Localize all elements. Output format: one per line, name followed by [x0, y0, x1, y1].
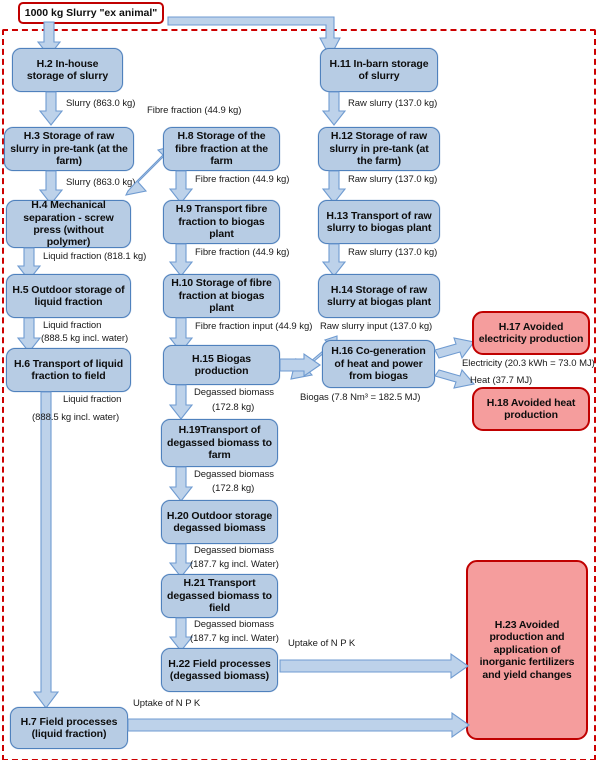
node-h5[interactable]: H.5 Outdoor storage of liquid fraction [6, 274, 131, 318]
node-h22-label: H.22 Field processes (degassed biomass) [168, 657, 271, 682]
arrow-h11-h12 [321, 91, 349, 127]
node-h14-label: H.14 Storage of raw slurry at biogas pla… [327, 283, 431, 308]
node-h13-label: H.13 Transport of raw slurry to biogas p… [326, 209, 432, 234]
node-h21-label: H.21 Transport degassed biomass to field [167, 577, 272, 615]
label-fibre-h8-h9: Fibre fraction (44.9 kg) [195, 174, 290, 185]
label-degassed-h15-h19-line2: (172.8 kg) [212, 402, 255, 413]
node-h5-label: H.5 Outdoor storage of liquid fraction [12, 283, 125, 308]
label-liquid-h6-h7-line1: Liquid fraction [63, 394, 122, 405]
label-liquid-h5-h6-line2: (888.5 kg incl. water) [41, 333, 129, 344]
node-h18[interactable]: H.18 Avoided heat production [472, 387, 590, 431]
label-fibre-h9-h10: Fibre fraction (44.9 kg) [195, 247, 290, 258]
node-h20-label: H.20 Outdoor storage degassed biomass [166, 509, 273, 534]
label-biogas: Biogas (7.8 Nm³ = 182.5 MJ) [300, 392, 421, 403]
node-h23[interactable]: H.23 Avoided production and application … [466, 560, 588, 740]
node-h16-label: H.16 Co-generation of heat and power fro… [331, 345, 426, 383]
label-heat: Heat (37.7 MJ) [470, 375, 533, 386]
label-degassed-h20-h21-line2: (187.7 kg incl. Water) [190, 559, 279, 570]
node-h22[interactable]: H.22 Field processes (degassed biomass) [161, 648, 278, 692]
node-h4-label: H.4 Mechanical separation - screw press … [23, 199, 114, 249]
label-raw-h11-h12: Raw slurry (137.0 kg) [348, 98, 438, 109]
label-liquid-h6-h7-line2: (888.5 kg incl. water) [32, 412, 120, 423]
label-npk-h7: Uptake of N P K [133, 698, 201, 709]
node-h19[interactable]: H.19Transport of degassed biomass to far… [161, 419, 278, 467]
arrow-h7-h23 [127, 711, 471, 739]
node-h8-label: H.8 Storage of the fibre fraction at the… [175, 130, 268, 168]
node-h16[interactable]: H.16 Co-generation of heat and power fro… [322, 340, 435, 388]
arrow-h6-h7 [32, 391, 62, 710]
node-h6[interactable]: H.6 Transport of liquid fraction to fiel… [6, 348, 131, 392]
node-h9-label: H.9 Transport fibre fraction to biogas p… [175, 203, 268, 241]
node-h15[interactable]: H.15 Biogas production [163, 345, 280, 385]
arrow-h9-h10 [168, 243, 196, 278]
label-slurry-h2-h3: Slurry (863.0 kg) [66, 98, 136, 109]
node-h2[interactable]: H.2 In-house storage of slurry [12, 48, 123, 92]
label-fibre-input: Fibre fraction input (44.9 kg) [195, 321, 313, 332]
node-h3[interactable]: H.3 Storage of raw slurry in pre-tank (a… [4, 127, 134, 171]
node-h23-label: H.23 Avoided production and application … [479, 619, 575, 681]
node-h10[interactable]: H.10 Storage of fibre fraction at biogas… [163, 274, 280, 318]
label-liquid-h5-h6-line1: Liquid fraction [43, 320, 102, 331]
node-h18-label: H.18 Avoided heat production [486, 396, 576, 421]
node-h12-label: H.12 Storage of raw slurry in pre-tank (… [329, 130, 429, 168]
node-h17[interactable]: H.17 Avoided electricity production [472, 311, 590, 355]
node-h12[interactable]: H.12 Storage of raw slurry in pre-tank (… [318, 127, 440, 171]
label-degassed-h21-h22-line2: (187.7 kg incl. Water) [190, 633, 279, 644]
arrow-h13-h14 [321, 243, 349, 278]
node-h9[interactable]: H.9 Transport fibre fraction to biogas p… [163, 200, 280, 244]
label-degassed-h19-h20-line1: Degassed biomass [194, 469, 274, 480]
node-h13[interactable]: H.13 Transport of raw slurry to biogas p… [318, 200, 440, 244]
node-title-label: 1000 kg Slurry "ex animal" [24, 6, 158, 19]
node-title-slurry-ex-animal[interactable]: 1000 kg Slurry "ex animal" [18, 2, 164, 24]
node-h21[interactable]: H.21 Transport degassed biomass to field [161, 574, 278, 618]
node-h11-label: H.11 In-barn storage of slurry [329, 57, 429, 82]
label-npk-h22: Uptake of N P K [288, 638, 356, 649]
node-h7-label: H.7 Field processes (liquid fraction) [20, 715, 118, 740]
node-h4[interactable]: H.4 Mechanical separation - screw press … [6, 199, 131, 249]
node-h15-label: H.15 Biogas production [191, 352, 251, 377]
label-degassed-h19-h20-line2: (172.8 kg) [212, 483, 255, 494]
arrow-h15-h19 [168, 384, 196, 421]
label-liquid-818: Liquid fraction (818.1 kg) [43, 251, 147, 262]
node-h8[interactable]: H.8 Storage of the fibre fraction at the… [163, 127, 280, 171]
node-h14[interactable]: H.14 Storage of raw slurry at biogas pla… [318, 274, 440, 318]
node-h3-label: H.3 Storage of raw slurry in pre-tank (a… [10, 130, 128, 168]
label-electricity: Electricity (20.3 kWh = 73.0 MJ) [462, 358, 595, 369]
arrow-h15-h16 [279, 352, 322, 380]
node-h19-label: H.19Transport of degassed biomass to far… [167, 424, 272, 462]
node-h10-label: H.10 Storage of fibre fraction at biogas… [171, 277, 272, 315]
node-h6-label: H.6 Transport of liquid fraction to fiel… [13, 357, 124, 382]
node-h7[interactable]: H.7 Field processes (liquid fraction) [10, 707, 128, 749]
label-degassed-h20-h21-line1: Degassed biomass [194, 545, 274, 556]
label-raw-h12-h13: Raw slurry (137.0 kg) [348, 174, 438, 185]
label-fibre-top: Fibre fraction (44.9 kg) [147, 105, 242, 116]
label-raw-h13-h14: Raw slurry (137.0 kg) [348, 247, 438, 258]
arrow-h22-h23 [279, 652, 470, 680]
node-h17-label: H.17 Avoided electricity production [478, 320, 584, 345]
label-raw-input: Raw slurry input (137.0 kg) [320, 321, 433, 332]
arrow-h2-h3 [38, 91, 66, 127]
arrow-h19-h20 [168, 466, 196, 503]
flowchart-diagram: 1000 kg Slurry "ex animal" H.2 In-house … [0, 0, 596, 760]
label-degassed-h21-h22-line1: Degassed biomass [194, 619, 274, 630]
node-h11[interactable]: H.11 In-barn storage of slurry [320, 48, 438, 92]
node-h20[interactable]: H.20 Outdoor storage degassed biomass [161, 500, 278, 544]
node-h2-label: H.2 In-house storage of slurry [26, 57, 109, 82]
label-degassed-h15-h19-line1: Degassed biomass [194, 387, 274, 398]
